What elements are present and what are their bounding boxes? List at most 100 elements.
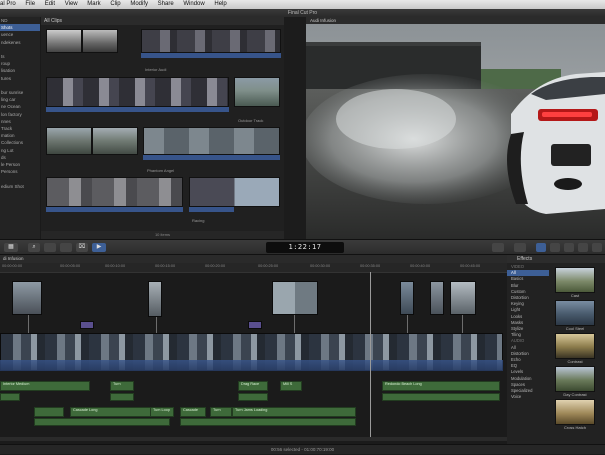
generators-browser-icon[interactable] [592,243,602,252]
audio-clip[interactable]: Interior Medium [0,381,90,391]
library-item[interactable]: ng Lot [0,147,40,154]
connected-clip[interactable] [450,281,476,315]
clip-filmstrip[interactable] [143,127,280,155]
library-item[interactable] [0,82,40,89]
menu-modify[interactable]: Modify [130,0,148,9]
timeline-scrollbar[interactable] [0,437,507,441]
menu-help[interactable]: Help [214,0,226,9]
library-toggle-button[interactable]: ▦ [4,243,18,252]
effect-thumbnail[interactable] [555,300,595,326]
titles-browser-icon[interactable] [578,243,588,252]
library-item[interactable]: ds [0,154,40,161]
library-item[interactable]: lisation [0,67,40,74]
library-item[interactable] [0,46,40,53]
connected-clip[interactable] [12,281,42,315]
clip-filmstrip[interactable] [46,177,183,207]
clip-thumbnail[interactable] [82,29,118,53]
filter-button[interactable]: ⌧ [76,243,88,252]
title-clip[interactable] [80,321,94,329]
clip-thumbnail[interactable] [46,127,92,155]
audio-clip[interactable]: Turn [210,407,232,417]
connection-line [294,315,295,333]
library-item[interactable]: le Person [0,161,40,168]
menu-edit[interactable]: Edit [45,0,55,9]
library-item[interactable]: ndekenes [0,39,40,46]
menu-clip[interactable]: Clip [110,0,120,9]
clip-thumbnail[interactable] [92,127,138,155]
menu-mark[interactable]: Mark [87,0,100,9]
audio-clip[interactable]: Drag Race [238,381,268,391]
event-library: ND Shots uence ndekenes ts roup lisation… [0,17,40,239]
timecode-display[interactable]: 1:22:17 [266,242,344,253]
pane-splitter[interactable] [284,17,306,239]
menu-share[interactable]: Share [158,0,174,9]
effect-thumbnail[interactable] [555,399,595,425]
audio-clip[interactable] [180,418,356,426]
library-item-selected[interactable]: Shots [0,24,40,32]
clip-filmstrip[interactable] [46,77,229,107]
clip-thumbnail[interactable] [189,177,280,207]
audio-clip[interactable]: Redondo Beach Long [382,381,500,391]
viewer[interactable]: Audi Infusion [306,17,605,239]
photo-browser-icon[interactable] [550,243,560,252]
audio-clip[interactable] [34,407,64,417]
library-item[interactable]: bur sunrise [0,89,40,96]
browser-title: All Clips [41,17,284,25]
effect-thumbnail[interactable] [555,366,595,392]
audio-clip[interactable] [0,393,20,401]
audio-clip[interactable]: Cascade [180,407,206,417]
connected-clip[interactable] [400,281,414,315]
library-item[interactable]: nnes [0,118,40,125]
connected-clip[interactable] [430,281,444,315]
audio-clip[interactable] [238,393,268,401]
connected-clip[interactable] [148,281,162,317]
title-clip[interactable] [248,321,262,329]
effect-thumbnail[interactable] [555,267,595,293]
clip-thumbnail[interactable] [46,29,82,53]
library-item[interactable]: uence [0,31,40,38]
effects-category[interactable]: Voice [507,394,549,400]
effect-thumbnail[interactable] [555,333,595,359]
connected-clip[interactable] [272,281,318,315]
playhead[interactable] [370,272,371,437]
ruler-tick: 00:00:25:00 [258,264,279,268]
library-item[interactable]: edium Shot [0,183,40,190]
clip-filmstrip[interactable] [141,29,281,53]
timeline-ruler[interactable]: 00:00:00:00 00:00:05:00 00:00:10:00 00:0… [0,263,507,273]
library-item[interactable]: ne Ocean [0,103,40,110]
library-item[interactable]: ts [0,53,40,60]
clip-appearance-icon[interactable] [492,243,504,252]
library-item[interactable]: mation [0,132,40,139]
menu-window[interactable]: Window [183,0,204,9]
audio-clip[interactable]: Tum Loop [150,407,174,417]
audio-clip[interactable] [110,393,134,401]
library-item[interactable] [0,175,40,182]
library-item[interactable]: roup [0,60,40,67]
menu-app[interactable]: al Pro [0,0,16,9]
menu-file[interactable]: File [25,0,35,9]
audio-clip[interactable] [34,418,170,426]
library-item[interactable]: lon factory [0,111,40,118]
clip-thumbnail[interactable] [234,77,280,107]
library-item[interactable]: ND [0,17,40,24]
keyword-icon[interactable] [60,243,72,252]
audio-icon[interactable] [514,243,526,252]
audio-clip[interactable]: Turn Jams Loading [232,407,356,417]
search-button[interactable]: ⌕ [28,243,40,252]
library-item[interactable]: ling car [0,96,40,103]
audio-clip[interactable]: Mill S [280,381,302,391]
clip-selection-bar [143,155,280,160]
toolbar: ▦ ⌕ ⌧ ▶ 1:22:17 [0,239,605,255]
timeline[interactable]: di Infusion 00:00:00:00 00:00:05:00 00:0… [0,255,507,445]
library-item[interactable]: Persons [0,168,40,175]
menu-view[interactable]: View [65,0,78,9]
library-item[interactable]: tures [0,75,40,82]
effects-browser-icon[interactable] [536,243,546,252]
select-tool-button[interactable]: ▶ [92,243,106,252]
music-browser-icon[interactable] [564,243,574,252]
audio-clip[interactable]: Turn [110,381,134,391]
import-icon[interactable] [44,243,56,252]
library-item[interactable]: Track [0,125,40,132]
library-item[interactable]: Collections [0,139,40,146]
audio-clip[interactable] [382,393,500,401]
